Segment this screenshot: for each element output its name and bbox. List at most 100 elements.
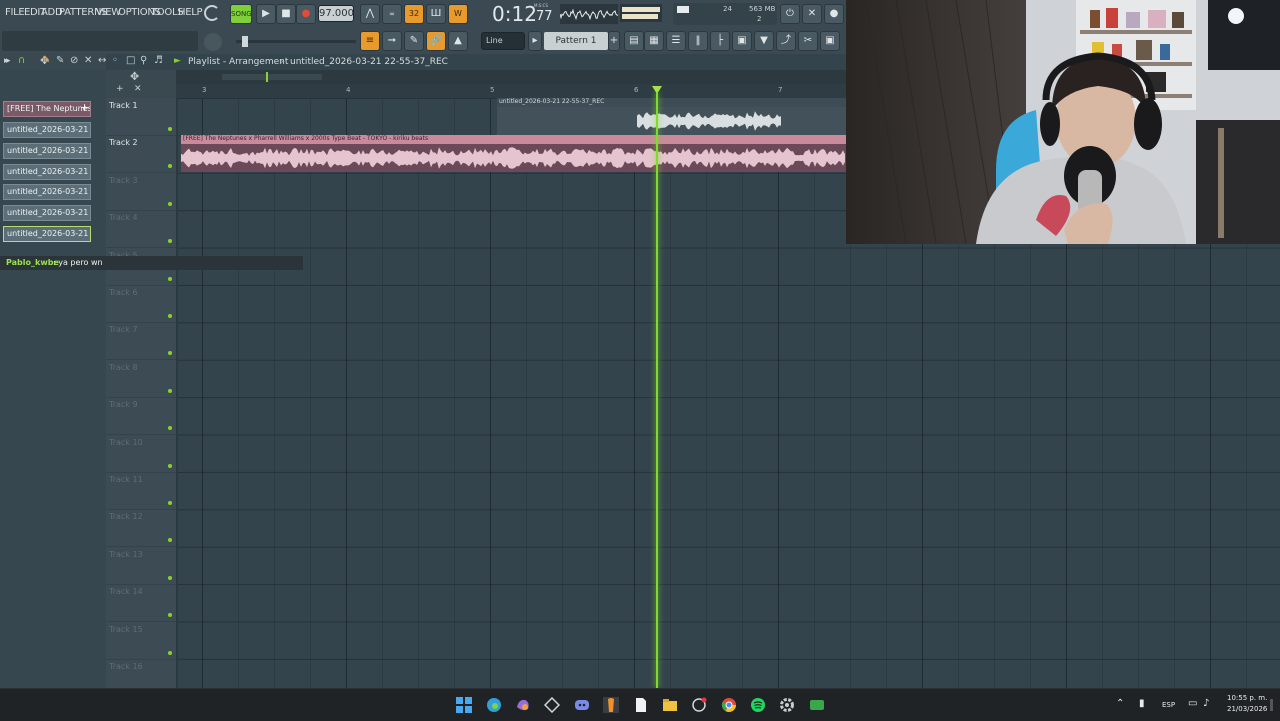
show-desktop-button[interactable] xyxy=(1270,699,1273,711)
tray-chevron-icon[interactable]: ⌃ xyxy=(1116,698,1124,709)
browser-item[interactable]: untitled_2026-03-21 22-... xyxy=(3,184,91,200)
tempo-display[interactable]: 97.000 xyxy=(318,5,354,22)
fl-studio-icon[interactable] xyxy=(603,697,619,713)
track-header[interactable]: Track 11 xyxy=(106,472,176,510)
track-mute-led[interactable] xyxy=(168,201,172,206)
microphone-icon[interactable]: ● xyxy=(824,4,844,24)
track-mute-led[interactable] xyxy=(168,426,172,431)
document-icon[interactable] xyxy=(633,697,649,713)
track-mute-led[interactable] xyxy=(168,127,172,131)
play-button[interactable]: ▶ xyxy=(256,4,276,24)
language-indicator[interactable]: ESP xyxy=(1162,701,1175,709)
track-header[interactable]: Track 12 xyxy=(106,509,176,548)
clock-date[interactable]: 21/03/2026 xyxy=(1227,705,1267,713)
track-mute-led[interactable] xyxy=(168,613,172,618)
track-header[interactable]: Track 9 xyxy=(106,397,176,436)
cart-icon[interactable]: ▣ xyxy=(820,31,840,51)
track-header[interactable]: Track 10 xyxy=(106,435,176,473)
track-mute-led[interactable] xyxy=(168,314,172,318)
loop-record-icon[interactable]: W xyxy=(448,4,468,24)
zoom-tool-icon[interactable]: ⚲ xyxy=(140,55,147,66)
draw-tool-icon[interactable]: ✎ xyxy=(42,55,50,66)
chrome-icon[interactable] xyxy=(721,697,737,713)
browser-tree-icon[interactable]: ├ xyxy=(710,31,730,51)
spotify-icon[interactable] xyxy=(750,697,766,713)
playhead-line[interactable] xyxy=(656,92,658,688)
blend-notes-icon[interactable]: Ш xyxy=(426,4,446,24)
wait-input-icon[interactable]: ∞ xyxy=(382,4,402,24)
copilot-icon[interactable] xyxy=(515,697,531,713)
piano-roll-view-icon[interactable]: ▦ xyxy=(644,31,664,51)
audio-clip-rec[interactable]: untitled_2026-03-21 22-55-37_REC xyxy=(497,98,846,135)
select-tool-icon[interactable]: □ xyxy=(126,55,135,66)
close-x-icon[interactable]: ✕ xyxy=(802,4,822,24)
mixer-icon[interactable]: ‖ xyxy=(688,31,708,51)
audio-clip-beat[interactable]: [FREE] The Neptunes x Pharrell Williams … xyxy=(181,135,846,172)
pattern-selector[interactable]: Pattern 1 xyxy=(544,32,608,50)
track-header[interactable]: Track 1 xyxy=(106,98,176,136)
delete-tool-icon[interactable]: ⊘ xyxy=(70,55,78,66)
slice-tool-icon[interactable]: ◦ xyxy=(112,55,118,66)
browser-item[interactable]: untitled_2026-03-21 22-... xyxy=(3,205,91,221)
scissors-icon[interactable]: ✂ xyxy=(798,31,818,51)
browser-item[interactable]: untitled_2026-03-21 22-... xyxy=(3,143,91,159)
song-time-display[interactable]: 0:12 77 M:S:CS xyxy=(476,1,556,27)
track-mute-led[interactable] xyxy=(168,650,172,655)
edge-browser-icon[interactable] xyxy=(486,697,502,713)
track-mute-led[interactable] xyxy=(168,239,172,244)
tempo-tapper-icon[interactable]: ⤴ xyxy=(776,31,796,51)
track-mute-led[interactable] xyxy=(168,575,172,580)
track-header[interactable]: Track 6 xyxy=(106,285,176,323)
move-icon[interactable]: ✥ xyxy=(130,70,139,83)
display-icon[interactable]: ▭ xyxy=(1188,698,1197,709)
clock-time[interactable]: 10:55 p. m. xyxy=(1227,694,1267,702)
slip-tool-icon[interactable]: ↔ xyxy=(98,55,106,66)
playlist-icon[interactable]: ▤ xyxy=(624,31,644,51)
arrow-right-icon[interactable]: ➞ xyxy=(382,31,402,51)
windows-start-icon[interactable] xyxy=(456,697,472,713)
track-mute-led[interactable] xyxy=(168,463,172,468)
xbox-app-icon[interactable] xyxy=(809,697,825,713)
stamp-icon[interactable]: ▲ xyxy=(448,31,468,51)
discord-icon[interactable] xyxy=(574,697,590,713)
piano-roll-icon[interactable]: ≡ xyxy=(360,31,380,51)
browser-item-beat[interactable]: [FREE] The Neptunes... xyxy=(3,101,91,117)
track-header[interactable]: Track 15 xyxy=(106,622,176,660)
power-icon[interactable]: ⏻ xyxy=(780,4,800,24)
track-header[interactable]: Track 8 xyxy=(106,360,176,398)
browser-item[interactable]: untitled_2026-03-21 22-... xyxy=(3,122,91,138)
track-mute-led[interactable] xyxy=(168,388,172,393)
browser-item[interactable]: untitled_2026-03-21 22-... xyxy=(3,164,91,180)
add-pattern-icon[interactable]: + xyxy=(608,31,620,51)
gear-icon[interactable] xyxy=(779,697,795,713)
volume-icon[interactable]: ♪ xyxy=(1203,698,1209,709)
paint-tool-icon[interactable]: ✎ xyxy=(56,55,64,66)
microphone-tray-icon[interactable]: ▮ xyxy=(1139,698,1145,709)
close-icon[interactable]: ✕ xyxy=(134,84,142,94)
plugin-plug-icon[interactable]: ▼ xyxy=(754,31,774,51)
track-header[interactable]: Track 4 xyxy=(106,210,176,249)
master-pitch-knob[interactable] xyxy=(204,33,222,51)
track-header[interactable]: Track 14 xyxy=(106,584,176,623)
file-explorer-icon[interactable] xyxy=(662,697,678,713)
playback-tool-icon[interactable]: ♬ xyxy=(154,55,163,66)
menu-file[interactable]: FILE xyxy=(5,7,25,18)
master-volume-slider[interactable] xyxy=(236,36,356,47)
track-mute-led[interactable] xyxy=(168,538,172,543)
channel-rack-icon[interactable]: ☰ xyxy=(666,31,686,51)
pencil-icon[interactable]: ✎ xyxy=(404,31,424,51)
track-header[interactable]: Track 7 xyxy=(106,322,176,361)
track-mute-led[interactable] xyxy=(168,501,172,505)
menu-help[interactable]: HELP xyxy=(178,7,203,18)
cube-app-icon[interactable] xyxy=(544,697,560,713)
pattern-prev-icon[interactable]: ▸ xyxy=(528,31,542,51)
settings-badge-icon[interactable] xyxy=(691,697,707,713)
track-header[interactable]: Track 13 xyxy=(106,547,176,585)
playlist-overview[interactable] xyxy=(176,70,846,84)
metronome-icon[interactable]: ⋀ xyxy=(360,4,380,24)
add-track-icon[interactable]: + xyxy=(116,84,124,94)
overview-window[interactable] xyxy=(222,74,322,80)
pattern-step-button[interactable]: 32 xyxy=(404,4,424,24)
track-mute-led[interactable] xyxy=(168,276,172,281)
song-mode-button[interactable]: SONG xyxy=(230,4,252,24)
